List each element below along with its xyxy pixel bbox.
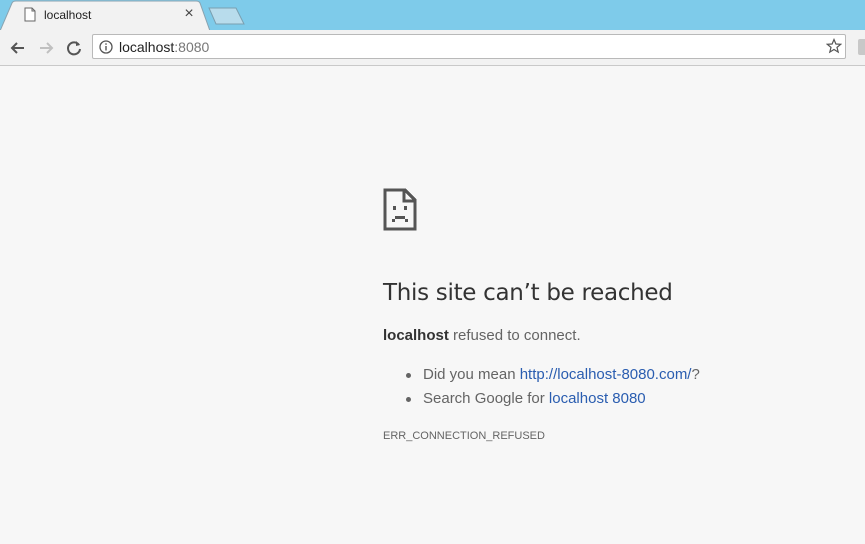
back-arrow-icon[interactable] xyxy=(8,38,28,58)
info-icon[interactable] xyxy=(99,40,113,54)
star-icon[interactable] xyxy=(826,38,842,54)
search-google-link[interactable]: localhost 8080 xyxy=(549,390,646,407)
tab-localhost[interactable]: localhost × xyxy=(0,0,210,30)
new-tab-button[interactable] xyxy=(208,7,246,25)
browser-toolbar: localhost:8080 xyxy=(0,30,865,66)
browser-titlebar: localhost × xyxy=(0,0,865,31)
tab-title: localhost xyxy=(44,8,92,22)
sad-page-icon xyxy=(383,188,417,231)
error-code: ERR_CONNECTION_REFUSED xyxy=(383,430,545,442)
url-host: localhost xyxy=(119,39,175,55)
extension-icon[interactable] xyxy=(858,39,865,55)
suggested-url-link[interactable]: http://localhost-8080.com/ xyxy=(520,366,692,383)
list-item: Search Google for localhost 8080 xyxy=(383,389,700,413)
error-host: localhost xyxy=(383,327,449,344)
suggestion-list: Did you mean http://localhost-8080.com/?… xyxy=(383,365,700,413)
close-tab-icon[interactable]: × xyxy=(182,6,196,22)
page-icon xyxy=(24,7,36,22)
error-message-text: refused to connect. xyxy=(448,327,581,344)
url-text[interactable]: localhost:8080 xyxy=(119,39,209,55)
suggestion-prefix: Search Google for xyxy=(423,390,549,407)
forward-arrow-icon[interactable] xyxy=(36,38,56,58)
address-bar[interactable]: localhost:8080 xyxy=(92,34,846,59)
reload-icon[interactable] xyxy=(64,38,84,58)
error-message: localhost refused to connect. xyxy=(383,327,581,344)
url-port: :8080 xyxy=(174,39,210,55)
list-item: Did you mean http://localhost-8080.com/? xyxy=(383,365,700,389)
suggestion-suffix: ? xyxy=(691,366,700,383)
suggestion-prefix: Did you mean xyxy=(423,366,520,383)
error-heading: This site can’t be reached xyxy=(383,280,673,306)
